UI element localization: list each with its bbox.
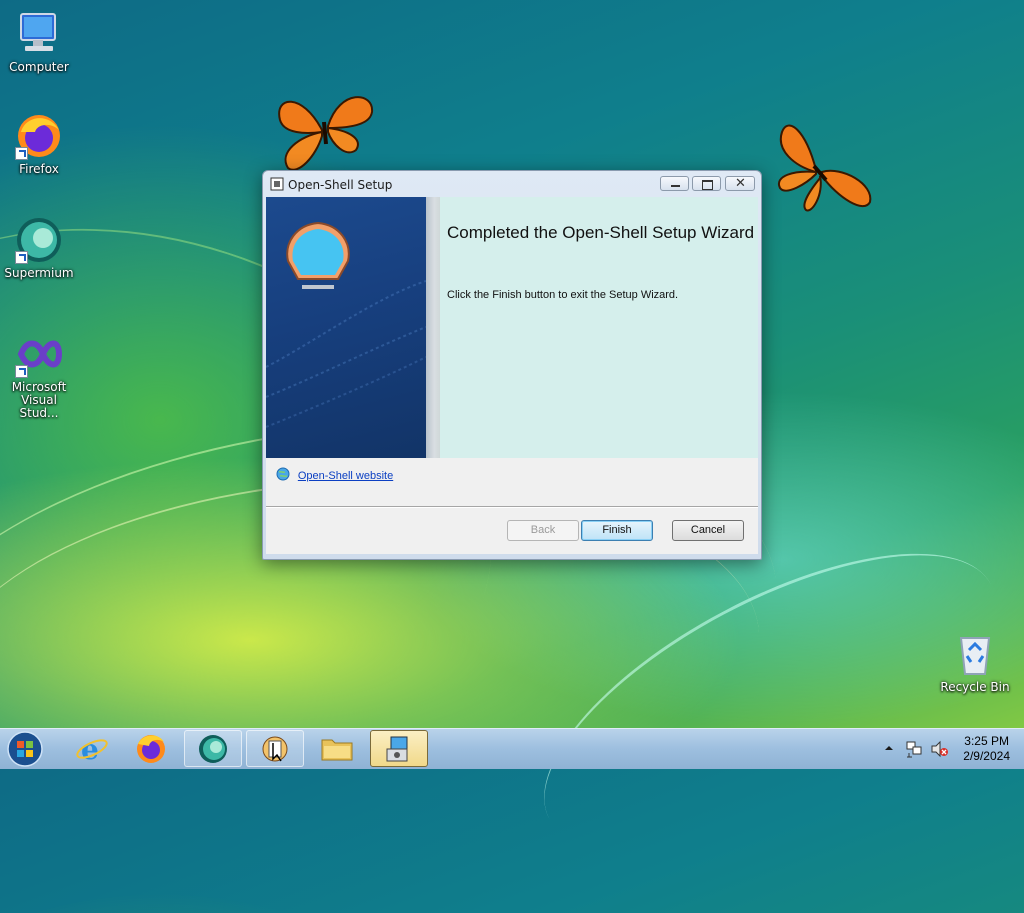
butterfly-decoration (777, 124, 872, 212)
folder-icon (321, 739, 353, 761)
window-titlebar[interactable]: Open-Shell Setup ✕ (263, 171, 761, 196)
network-icon (906, 741, 922, 758)
minimize-icon (671, 185, 680, 187)
installer-icon (269, 176, 285, 195)
desktop-icon-supermium[interactable]: Supermium (1, 216, 77, 280)
open-shell-menu-icon (262, 736, 288, 762)
recycle-bin-icon (951, 630, 999, 678)
setup-window: Open-Shell Setup ✕ Completed the Open-Sh… (262, 170, 762, 560)
maximize-button[interactable] (692, 176, 721, 191)
desktop-icon-label: Firefox (19, 162, 59, 176)
maximize-icon (702, 180, 713, 190)
computer-icon (15, 10, 63, 58)
start-button[interactable] (6, 730, 44, 768)
volume-tray-button[interactable] (930, 739, 950, 759)
firefox-icon (137, 735, 165, 763)
network-tray-button[interactable] (904, 739, 924, 759)
butterfly-decoration (278, 96, 374, 171)
open-shell-website-link[interactable]: Open-Shell website (298, 470, 393, 482)
close-icon: ✕ (735, 176, 746, 191)
desktop-icon-label: Recycle Bin (940, 680, 1010, 694)
taskbar-open-shell-menu[interactable] (246, 730, 304, 767)
chevron-up-icon (885, 746, 893, 750)
firefox-icon (15, 112, 63, 160)
wizard-body-text: Click the Finish button to exit the Setu… (447, 289, 679, 301)
desktop-icon-label: Microsoft Visual Stud... (11, 380, 67, 420)
taskbar-setup-installer[interactable] (370, 730, 428, 767)
desktop-icon-firefox[interactable]: Firefox (1, 112, 77, 176)
cancel-button[interactable]: Cancel (672, 520, 744, 541)
desktop-icon-visual-studio[interactable]: Microsoft Visual Stud... (1, 330, 77, 420)
volume-muted-icon (931, 740, 948, 758)
svg-text:e: e (81, 733, 99, 766)
clock-time: 3:25 PM (964, 734, 1009, 748)
globe-icon (276, 467, 290, 481)
banner-divider (426, 197, 440, 458)
taskbar-supermium[interactable] (184, 730, 242, 767)
wizard-heading: Completed the Open-Shell Setup Wizard (447, 223, 755, 242)
wizard-banner (266, 197, 426, 458)
shortcut-arrow-icon (15, 251, 28, 264)
visual-studio-icon (15, 330, 63, 378)
wizard-content: Completed the Open-Shell Setup Wizard Cl… (440, 197, 758, 458)
taskbar: e 3:25 PM 2/9/2024 (0, 728, 1024, 769)
show-hidden-icons-button[interactable] (882, 741, 896, 755)
desktop-icon-label: Computer (9, 60, 69, 74)
internet-explorer-icon: e (76, 733, 108, 766)
minimize-button[interactable] (660, 176, 689, 191)
desktop-icon-recycle-bin[interactable]: Recycle Bin (937, 630, 1013, 694)
window-client: Completed the Open-Shell Setup Wizard Cl… (266, 197, 758, 554)
close-button[interactable]: ✕ (725, 176, 755, 191)
separator-highlight (266, 507, 758, 508)
shortcut-arrow-icon (15, 147, 28, 160)
desktop-icon-computer[interactable]: Computer (1, 10, 77, 74)
windows-orb-icon (7, 731, 43, 767)
open-shell-logo-icon (286, 221, 350, 289)
tray-clock[interactable]: 3:25 PM 2/9/2024 (963, 734, 1010, 764)
taskbar-file-explorer[interactable] (308, 730, 366, 767)
taskbar-internet-explorer[interactable]: e (62, 730, 120, 767)
window-title: Open-Shell Setup (288, 178, 393, 192)
clock-date: 2/9/2024 (963, 749, 1010, 763)
supermium-icon (199, 735, 227, 763)
shortcut-arrow-icon (15, 365, 28, 378)
website-link-row: Open-Shell website (276, 467, 393, 482)
finish-button[interactable]: Finish (581, 520, 653, 541)
back-button[interactable]: Back (507, 520, 579, 541)
supermium-icon (15, 216, 63, 264)
taskbar-firefox[interactable] (122, 730, 180, 767)
installer-icon (386, 736, 408, 762)
desktop-icon-label: Supermium (4, 266, 74, 280)
